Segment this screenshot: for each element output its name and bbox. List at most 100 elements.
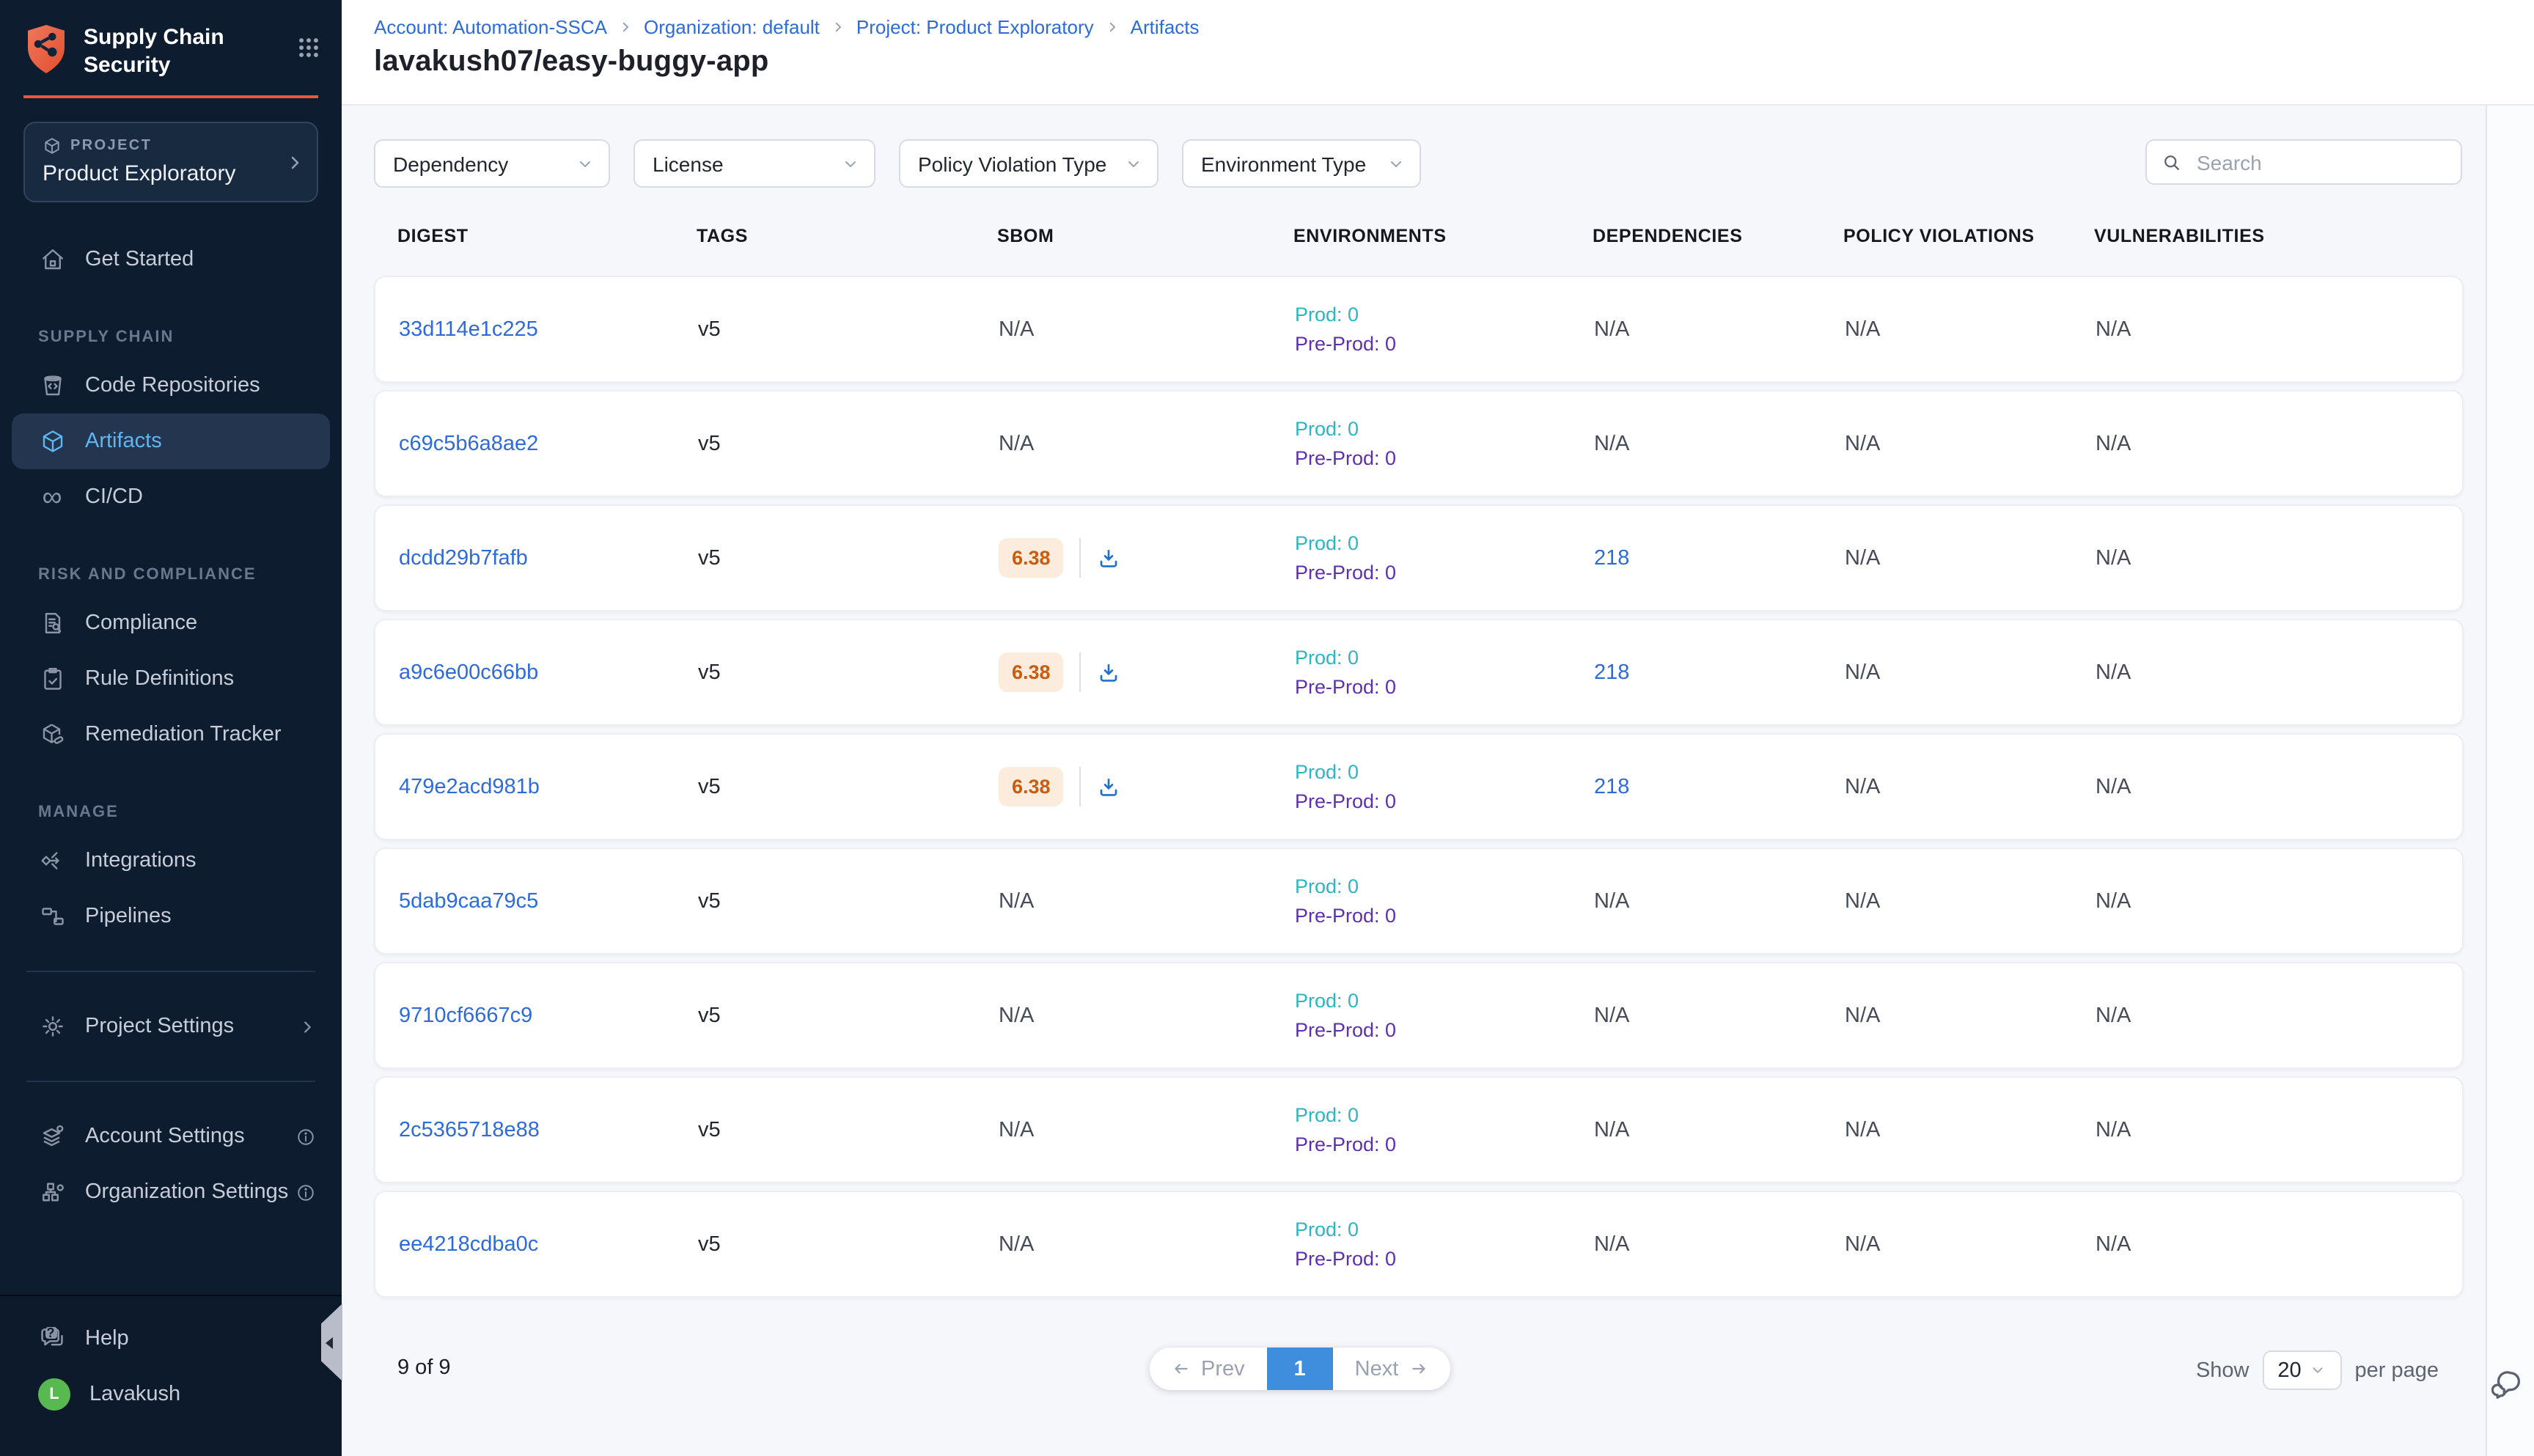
- divider: [26, 971, 315, 972]
- sidebar-item-get-started[interactable]: Get Started: [12, 232, 330, 287]
- sbom-cell: 6.38 6.38: [975, 652, 1271, 692]
- digest-link[interactable]: dcdd29b7fafb: [399, 546, 528, 570]
- sbom-score-badge[interactable]: 6.38: [999, 767, 1064, 806]
- app-title: Supply Chain Security: [84, 23, 242, 79]
- breadcrumb-account[interactable]: Account: Automation-SSCA: [374, 16, 607, 38]
- download-sbom-icon[interactable]: [1098, 546, 1121, 570]
- sidebar-item-code-repositories[interactable]: Code Repositories: [12, 358, 330, 413]
- breadcrumb-project[interactable]: Project: Product Exploratory: [856, 16, 1094, 38]
- sidebar-item-label: Organization Settings: [85, 1180, 288, 1204]
- digest-link[interactable]: 33d114e1c225: [399, 317, 538, 341]
- digest-link[interactable]: a9c6e00c66bb: [399, 661, 538, 684]
- environment-type-filter-dropdown[interactable]: Environment Type: [1182, 139, 1421, 188]
- digest-cell: a9c6e00c66bb: [375, 661, 675, 684]
- sbom-score-badge[interactable]: 6.38: [999, 652, 1064, 692]
- policy-violations-value: N/A: [1845, 546, 1880, 570]
- sidebar-item-rule-definitions[interactable]: Rule Definitions: [12, 651, 330, 707]
- per-page-select[interactable]: 20: [2263, 1350, 2342, 1390]
- dependencies-value[interactable]: N/A: [1594, 1118, 1629, 1141]
- dependency-filter-dropdown[interactable]: Dependency: [374, 139, 610, 188]
- dependencies-value[interactable]: N/A: [1594, 1232, 1629, 1256]
- clipboard-check-icon: [38, 665, 66, 693]
- info-icon[interactable]: [296, 1183, 315, 1202]
- vulnerabilities-value: N/A: [2096, 1118, 2131, 1141]
- arrow-right-icon: [1409, 1359, 1428, 1378]
- license-filter-dropdown[interactable]: License: [634, 139, 875, 188]
- dependencies-value[interactable]: N/A: [1594, 1004, 1629, 1027]
- divider: [1080, 652, 1081, 692]
- env-prod: Prod: 0: [1295, 1218, 1571, 1240]
- user-name: Lavakush: [89, 1383, 180, 1406]
- sbom-na: N/A: [999, 889, 1034, 913]
- digest-link[interactable]: 9710cf6667c9: [399, 1004, 532, 1027]
- gear-icon: [38, 1012, 66, 1040]
- sidebar-item-artifacts[interactable]: Artifacts: [12, 413, 330, 469]
- download-sbom-icon[interactable]: [1098, 661, 1121, 684]
- app-logo-shield-icon: [23, 23, 69, 75]
- sidebar-item-remediation-tracker[interactable]: Remediation Tracker: [12, 707, 330, 762]
- cube-icon: [38, 427, 66, 455]
- dependencies-cell: N/A: [1571, 317, 1821, 341]
- dependencies-value[interactable]: N/A: [1594, 889, 1629, 913]
- brand-accent-divider: [23, 95, 318, 98]
- sbom-score-badge[interactable]: 6.38: [999, 538, 1064, 578]
- environments-cell: Prod: 0 Pre-Prod: 0: [1271, 875, 1571, 927]
- search-input[interactable]: [2194, 149, 2446, 175]
- chat-support-icon[interactable]: [2491, 1368, 2525, 1402]
- sbom-na: N/A: [999, 1118, 1034, 1141]
- dependencies-cell: 218: [1571, 661, 1821, 684]
- sidebar-item-label: Pipelines: [85, 905, 172, 928]
- digest-link[interactable]: 479e2acd981b: [399, 775, 540, 798]
- sidebar-item-project-settings[interactable]: Project Settings: [12, 999, 330, 1054]
- sidebar-item-integrations[interactable]: Integrations: [12, 833, 330, 889]
- dependencies-value[interactable]: N/A: [1594, 317, 1629, 341]
- breadcrumb-organization[interactable]: Organization: default: [644, 16, 820, 38]
- column-header-sbom: SBOM: [974, 226, 1270, 246]
- download-sbom-icon[interactable]: [1098, 775, 1121, 798]
- sidebar-item-account-settings[interactable]: Account Settings: [12, 1108, 330, 1164]
- digest-cell: ee4218cdba0c: [375, 1232, 675, 1256]
- sidebar-item-organization-settings[interactable]: Organization Settings: [12, 1164, 330, 1220]
- sbom-cell: N/A N/A: [975, 1004, 1271, 1027]
- dependencies-value[interactable]: 218: [1594, 775, 1629, 798]
- prev-page-button[interactable]: Prev: [1150, 1347, 1267, 1390]
- env-prod: Prod: 0: [1295, 761, 1571, 783]
- vulnerabilities-value: N/A: [2096, 546, 2131, 570]
- app-grid-icon[interactable]: [296, 35, 321, 60]
- chevron-down-icon: [842, 155, 859, 172]
- policy-violations-cell: N/A: [1821, 317, 2072, 341]
- breadcrumb-artifacts[interactable]: Artifacts: [1131, 16, 1200, 38]
- project-label-row: PROJECT: [43, 136, 279, 155]
- integrations-icon: [38, 847, 66, 875]
- digest-link[interactable]: ee4218cdba0c: [399, 1232, 538, 1256]
- next-page-button[interactable]: Next: [1333, 1347, 1450, 1390]
- dependencies-cell: 218: [1571, 775, 1821, 798]
- nav-section-manage: MANAGE: [12, 804, 330, 821]
- sidebar-item-compliance[interactable]: Compliance: [12, 595, 330, 651]
- tag-value: v5: [698, 432, 721, 455]
- sidebar-item-cicd[interactable]: ∞ CI/CD: [12, 469, 330, 525]
- sidebar-nav: Get Started SUPPLY CHAIN Code Repositori…: [0, 232, 342, 1220]
- sidebar-item-help[interactable]: ? Help: [12, 1311, 330, 1367]
- tag-value: v5: [698, 661, 721, 684]
- tag-value: v5: [698, 889, 721, 913]
- user-menu[interactable]: L Lavakush: [12, 1367, 330, 1422]
- policy-violation-type-filter-dropdown[interactable]: Policy Violation Type: [899, 139, 1158, 188]
- chevron-down-icon: [2310, 1362, 2326, 1378]
- digest-link[interactable]: 5dab9caa79c5: [399, 889, 538, 913]
- dropdown-label: Dependency: [393, 152, 508, 175]
- sidebar-item-pipelines[interactable]: Pipelines: [12, 889, 330, 944]
- app-window: Supply Chain Security PROJECT Product Ex…: [0, 0, 2534, 1456]
- dependencies-value[interactable]: N/A: [1594, 432, 1629, 455]
- chevron-down-icon: [1387, 155, 1405, 172]
- dependencies-value[interactable]: 218: [1594, 546, 1629, 570]
- page-number-button[interactable]: 1: [1267, 1347, 1333, 1390]
- environments-cell: Prod: 0 Pre-Prod: 0: [1271, 761, 1571, 812]
- info-icon[interactable]: [296, 1127, 315, 1146]
- digest-link[interactable]: c69c5b6a8ae2: [399, 432, 538, 455]
- dependencies-value[interactable]: 218: [1594, 661, 1629, 684]
- project-selector[interactable]: PROJECT Product Exploratory: [23, 122, 318, 202]
- dependencies-cell: N/A: [1571, 1118, 1821, 1141]
- breadcrumb: Account: Automation-SSCA Organization: d…: [374, 16, 2534, 38]
- digest-link[interactable]: 2c5365718e88: [399, 1118, 540, 1141]
